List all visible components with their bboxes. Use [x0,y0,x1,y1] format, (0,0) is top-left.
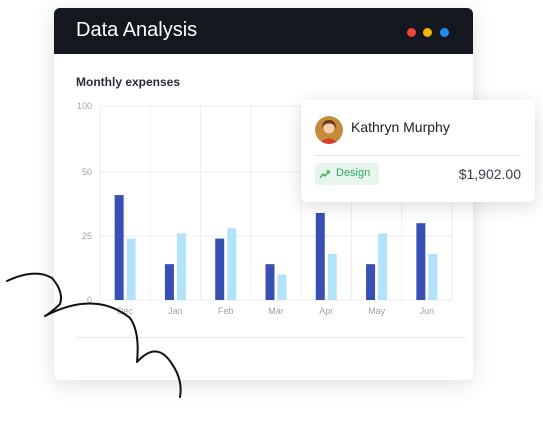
decorative-scribble-icon [6,272,182,398]
